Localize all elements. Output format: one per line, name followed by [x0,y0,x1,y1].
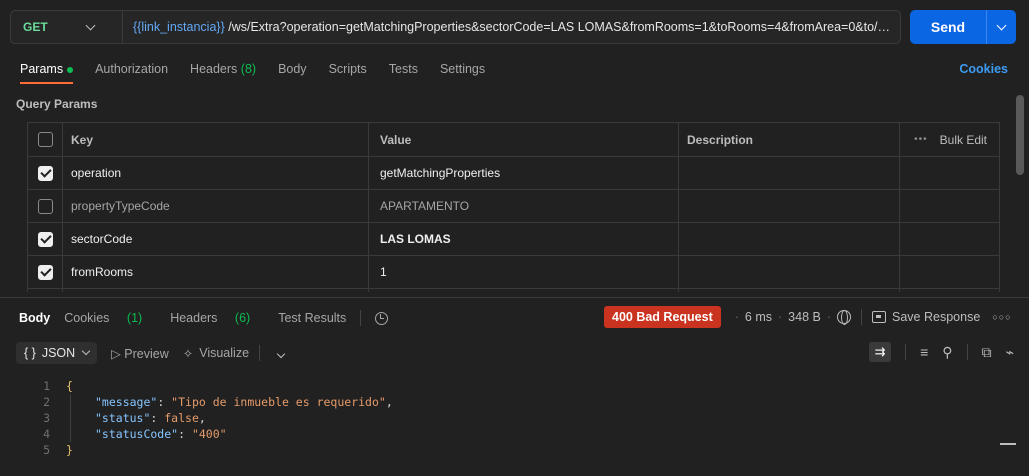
cookies-link[interactable]: Cookies [959,62,1008,76]
query-params-table: Key Value Description ••• Bulk Edit opera… [27,122,1000,292]
send-label: Send [930,19,966,35]
search-icon[interactable]: ⚲ [942,344,952,361]
globe-icon[interactable] [837,310,852,325]
response-time[interactable]: 6 ms [745,310,772,324]
param-description-field[interactable] [679,157,900,189]
save-icon [872,311,887,323]
param-value-field[interactable]: 4 [369,289,679,292]
column-header-value: Value [369,123,679,156]
params-active-dot [67,66,74,73]
response-size[interactable]: 348 B [788,310,821,324]
param-key-field[interactable]: toRooms [63,289,369,292]
table-row: sectorCode LAS LOMAS [28,223,999,256]
visualize-button[interactable]: ✧ Visualize [183,346,249,361]
preview-button[interactable]: ▷ Preview [111,346,169,361]
tab-body[interactable]: Body [278,62,307,84]
request-scrollbar[interactable] [1016,95,1024,175]
response-tabs: Body Cookies (1) Headers (6) Test Result… [19,310,402,326]
response-panel: Body Cookies (1) Headers (6) Test Result… [0,297,1029,476]
select-all-checkbox[interactable] [37,132,53,147]
param-key-field[interactable]: fromRooms [63,256,369,288]
table-row: operation getMatchingProperties [28,157,999,190]
method-select[interactable]: GET [11,11,123,43]
bulk-edit-button[interactable]: Bulk Edit [940,133,987,147]
tab-response-headers[interactable]: Headers (6) [170,311,264,325]
url-input[interactable]: {{link_instancia}} /ws/Extra?operation=g… [123,20,900,34]
divider [861,309,863,325]
chevron-down-icon [996,20,1007,30]
filter-icon[interactable]: ≡ [920,344,928,360]
chevron-down-icon [81,346,91,356]
tab-settings[interactable]: Settings [440,62,485,84]
history-icon[interactable] [375,311,389,325]
param-value-field[interactable]: 1 [369,256,679,288]
divider [259,345,261,361]
tab-scripts[interactable]: Scripts [329,62,367,84]
format-select[interactable]: { } JSON [16,342,98,364]
param-key-field[interactable]: propertyTypeCode [63,190,369,222]
param-description-field[interactable] [679,190,900,222]
param-description-field[interactable] [679,289,900,292]
code-line: 5} [43,443,73,457]
query-params-title: Query Params [16,97,98,111]
divider [360,310,362,326]
method-label: GET [23,20,48,34]
headers-count: (8) [240,62,257,76]
url-variable: {{link_instancia}} [133,20,225,34]
table-header-row: Key Value Description ••• Bulk Edit [28,123,999,157]
param-checkbox[interactable] [37,264,53,280]
more-options-icon[interactable]: ○○○ [992,312,1011,322]
url-path: /ws/Extra?operation=getMatchingPropertie… [224,20,891,34]
request-url-row: GET {{link_instancia}} /ws/Extra?operati… [10,10,1017,44]
column-header-description: Description [679,123,900,156]
request-tabs: Params Authorization Headers (8) Body Sc… [20,62,1010,90]
param-value-field[interactable]: APARTAMENTO [369,190,679,222]
code-line: 4 "statusCode": "400" [43,426,227,442]
param-description-field[interactable] [679,256,900,288]
response-toolbar: { } JSON ▷ Preview ✧ Visualize ⇉ ≡ ⚲ ⧉ ⌁ [16,342,1016,364]
link-icon[interactable]: ⌁ [1006,344,1014,361]
param-checkbox[interactable] [37,165,53,181]
status-badge[interactable]: 400 Bad Request [604,306,721,328]
tab-authorization[interactable]: Authorization [95,62,168,84]
response-status-bar: 400 Bad Request · 6 ms · 348 B · Save Re… [604,306,1012,328]
tab-params[interactable]: Params [20,62,74,84]
send-button[interactable]: Send [910,10,1016,44]
table-row: fromRooms 1 [28,256,999,289]
tab-tests[interactable]: Tests [389,62,418,84]
column-header-key: Key [63,123,369,156]
param-key-field[interactable]: sectorCode [63,223,369,255]
param-value-field[interactable]: LAS LOMAS [369,223,679,255]
visualize-options-button[interactable] [270,346,286,360]
param-checkbox[interactable] [37,231,53,247]
code-line: 1{ [43,379,73,393]
wrap-lines-icon[interactable]: ⇉ [869,342,892,362]
param-checkbox[interactable] [37,198,53,214]
param-value-field[interactable]: getMatchingProperties [369,157,679,189]
table-row: toRooms 4 [28,289,999,292]
table-row: propertyTypeCode APARTAMENTO [28,190,999,223]
code-line: 3 "status": false, [43,410,206,426]
more-options-icon[interactable]: ••• [914,134,928,145]
tab-test-results[interactable]: Test Results [278,311,346,325]
url-bar: GET {{link_instancia}} /ws/Extra?operati… [10,10,901,44]
tab-response-cookies[interactable]: Cookies (1) [64,311,156,325]
chevron-down-icon [276,349,286,359]
scroll-indicator[interactable] [1000,443,1016,445]
response-body-editor[interactable]: 1{ 2 "message": "Tipo de inmueble es requ… [30,378,393,458]
chevron-down-icon [85,20,96,30]
tab-response-body[interactable]: Body [19,311,50,325]
visualize-icon: ✧ [182,346,194,361]
param-key-field[interactable]: operation [63,157,369,189]
save-response-button[interactable]: Save Response [892,310,980,324]
code-line: 2 "message": "Tipo de inmueble es requeri… [43,394,393,410]
tab-headers[interactable]: Headers (8) [190,62,256,84]
send-options-button[interactable] [986,10,1016,44]
copy-icon[interactable]: ⧉ [982,344,992,361]
param-description-field[interactable] [679,223,900,255]
